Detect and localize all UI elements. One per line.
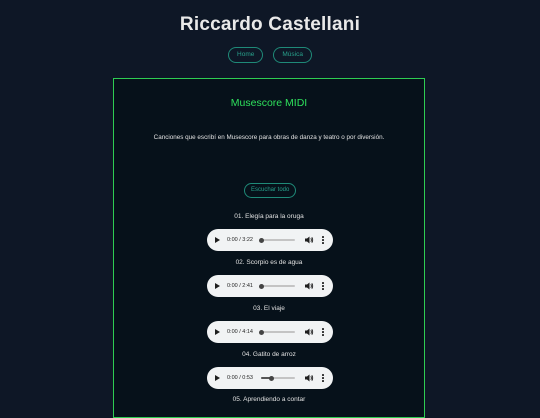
play-icon[interactable] bbox=[215, 237, 220, 243]
track-title: 01. Elegía para la oruga bbox=[234, 213, 304, 220]
volume-icon[interactable] bbox=[304, 327, 314, 337]
more-vert-icon[interactable] bbox=[321, 236, 325, 244]
panel-description: Canciones que escribí en Musescore para … bbox=[153, 134, 385, 141]
play-icon[interactable] bbox=[215, 329, 220, 335]
audio-player[interactable]: 0:00 / 4:14 bbox=[207, 321, 333, 343]
music-panel: Musescore MIDI Canciones que escribí en … bbox=[113, 78, 425, 418]
progress-bar[interactable] bbox=[261, 375, 295, 381]
listen-all-button[interactable]: Escuchar todo bbox=[244, 183, 297, 198]
progress-knob[interactable] bbox=[258, 283, 264, 289]
track-time: 0:00 / 0:53 bbox=[227, 375, 253, 381]
track-title: 02. Scorpio es de agua bbox=[235, 259, 303, 266]
progress-knob[interactable] bbox=[268, 375, 274, 381]
track-time: 0:00 / 4:14 bbox=[227, 329, 253, 335]
progress-bar[interactable] bbox=[258, 237, 295, 243]
track-time: 0:00 / 3:22 bbox=[227, 237, 253, 243]
progress-knob[interactable] bbox=[258, 237, 264, 243]
audio-player[interactable]: 0:00 / 2:41 bbox=[207, 275, 333, 297]
play-icon[interactable] bbox=[215, 375, 220, 381]
nav-home-link[interactable]: Home bbox=[228, 47, 264, 63]
more-vert-icon[interactable] bbox=[321, 282, 325, 290]
progress-bar[interactable] bbox=[258, 283, 295, 289]
panel-title: Musescore MIDI bbox=[230, 97, 308, 109]
more-vert-icon[interactable] bbox=[321, 374, 325, 382]
site-title: Riccardo Castellani bbox=[179, 14, 361, 35]
volume-icon[interactable] bbox=[304, 235, 314, 245]
track-time: 0:00 / 2:41 bbox=[227, 283, 253, 289]
nav-music-link[interactable]: Música bbox=[273, 47, 312, 63]
volume-icon[interactable] bbox=[304, 373, 314, 383]
progress-knob[interactable] bbox=[258, 329, 264, 335]
track-title: 03. El viaje bbox=[253, 305, 285, 312]
volume-icon[interactable] bbox=[304, 281, 314, 291]
progress-bar[interactable] bbox=[258, 329, 295, 335]
play-icon[interactable] bbox=[215, 283, 220, 289]
audio-player[interactable]: 0:00 / 3:22 bbox=[207, 229, 333, 251]
track-title: 04. Gatito de arroz bbox=[242, 351, 296, 358]
audio-player[interactable]: 0:00 / 0:53 bbox=[207, 367, 333, 389]
main-nav: Home Música bbox=[0, 47, 540, 63]
track-title: 05. Aprendiendo a contar bbox=[232, 396, 306, 403]
more-vert-icon[interactable] bbox=[321, 328, 325, 336]
